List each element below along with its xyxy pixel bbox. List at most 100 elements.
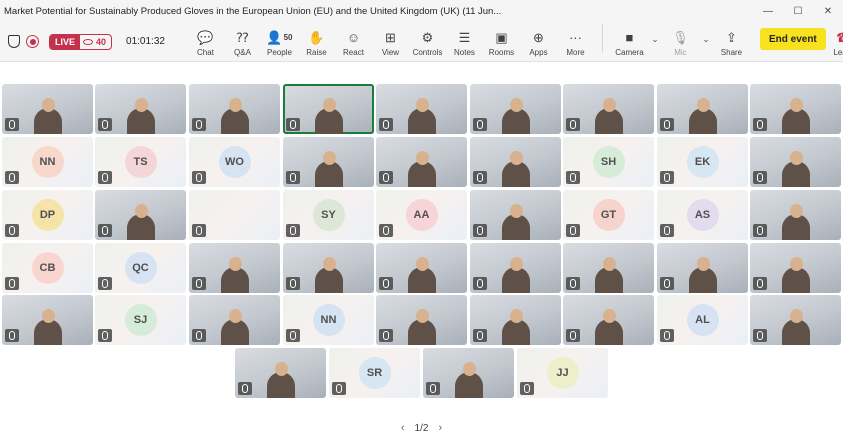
participant-initials: NN: [31, 146, 64, 178]
maximize-button[interactable]: ☐: [783, 6, 813, 17]
participant-avatar-tile[interactable]: [189, 190, 280, 240]
next-page-chevron-icon[interactable]: ›: [438, 422, 442, 434]
mic-muted-icon: [98, 224, 112, 237]
participant-video-tile[interactable]: [470, 190, 561, 240]
participant-avatar-tile[interactable]: AS: [657, 190, 748, 240]
participant-video: [782, 151, 810, 187]
view-button[interactable]: ⊞ View: [372, 29, 409, 57]
people-button[interactable]: 👤 50 People: [261, 29, 298, 57]
participant-video-tile[interactable]: [189, 295, 280, 345]
participant-avatar-tile[interactable]: EK: [657, 137, 748, 187]
participant-video-tile[interactable]: [235, 348, 326, 398]
participant-avatar-tile[interactable]: SR: [329, 348, 420, 398]
participant-video-tile[interactable]: [376, 295, 467, 345]
participant-video-tile[interactable]: [750, 84, 841, 134]
participant-avatar-tile[interactable]: WO: [189, 137, 280, 187]
participant-video-tile[interactable]: [189, 243, 280, 293]
participant-initials: QC: [124, 252, 157, 284]
participant-video-tile[interactable]: [470, 84, 561, 134]
participant-video-tile[interactable]: [376, 243, 467, 293]
participant-initials: SH: [592, 146, 625, 178]
shield-icon[interactable]: [8, 35, 20, 48]
participant-video-tile[interactable]: [750, 243, 841, 293]
participant-video: [782, 204, 810, 240]
participant-video: [502, 257, 530, 293]
participant-video-tile[interactable]: [750, 137, 841, 187]
participant-video-tile[interactable]: [283, 243, 374, 293]
participant-video-tile[interactable]: [470, 295, 561, 345]
more-button[interactable]: ··· More: [557, 29, 594, 57]
participant-initials: WO: [218, 146, 251, 178]
participant-avatar-tile[interactable]: JJ: [517, 348, 608, 398]
participant-video-tile[interactable]: [283, 84, 374, 134]
meeting-status: LIVE 40 01:01:32: [0, 33, 165, 50]
participant-video-tile[interactable]: [376, 137, 467, 187]
mic-button[interactable]: 🎙 Mic: [662, 29, 699, 57]
participant-video-tile[interactable]: [2, 295, 93, 345]
minimize-button[interactable]: —: [753, 6, 783, 17]
camera-button[interactable]: ■ Camera: [611, 29, 648, 57]
raise-label: Raise: [306, 47, 327, 57]
participant-video-tile[interactable]: [563, 295, 654, 345]
mic-muted-icon: [5, 118, 19, 131]
participant-video-tile[interactable]: [563, 243, 654, 293]
participant-video-tile[interactable]: [750, 190, 841, 240]
camera-options-chevron-icon[interactable]: ⌄: [648, 34, 662, 45]
participant-video-tile[interactable]: [750, 295, 841, 345]
participant-video: [689, 257, 717, 293]
participant-video-tile[interactable]: [95, 84, 186, 134]
mic-muted-icon: [660, 118, 674, 131]
participant-avatar-tile[interactable]: DP: [2, 190, 93, 240]
controls-button[interactable]: ⚙ Controls: [409, 29, 446, 57]
notes-button[interactable]: ☰ Notes: [446, 29, 483, 57]
chat-button[interactable]: 💬 Chat: [187, 29, 224, 57]
controls-icon: ⚙: [421, 29, 434, 45]
participant-avatar-tile[interactable]: SH: [563, 137, 654, 187]
participant-video-tile[interactable]: [376, 84, 467, 134]
close-window-button[interactable]: ✕: [813, 6, 843, 17]
share-button[interactable]: ⇪ Share: [713, 29, 750, 57]
live-badge[interactable]: LIVE 40: [49, 33, 113, 50]
participant-video-tile[interactable]: [657, 243, 748, 293]
mic-muted-icon: [473, 224, 487, 237]
participant-video-tile[interactable]: [423, 348, 514, 398]
react-label: React: [343, 47, 364, 57]
recording-icon[interactable]: [26, 35, 39, 48]
raise-hand-button[interactable]: ✋ Raise: [298, 29, 335, 57]
participant-video: [127, 98, 155, 134]
participant-initials: EK: [686, 146, 719, 178]
participant-avatar-tile[interactable]: NN: [2, 137, 93, 187]
participant-video-tile[interactable]: [470, 137, 561, 187]
mic-muted-icon: [566, 224, 580, 237]
participant-video-tile[interactable]: [2, 84, 93, 134]
leave-button[interactable]: ☎ Leave: [826, 29, 843, 57]
participant-video-tile[interactable]: [470, 243, 561, 293]
participant-avatar-tile[interactable]: AA: [376, 190, 467, 240]
qa-button[interactable]: ⁇ Q&A: [224, 29, 261, 57]
leave-label: Leave: [833, 47, 843, 57]
rooms-button[interactable]: ▣ Rooms: [483, 29, 520, 57]
view-label: View: [381, 47, 400, 57]
mic-options-chevron-icon[interactable]: ⌄: [699, 34, 713, 45]
participant-avatar-tile[interactable]: SY: [283, 190, 374, 240]
participant-avatar-tile[interactable]: QC: [95, 243, 186, 293]
mic-muted-icon: [98, 118, 112, 131]
participant-video-tile[interactable]: [189, 84, 280, 134]
end-event-button[interactable]: End event: [759, 28, 826, 50]
participant-avatar-tile[interactable]: AL: [657, 295, 748, 345]
participant-video-tile[interactable]: [657, 84, 748, 134]
participant-avatar-tile[interactable]: NN: [283, 295, 374, 345]
participant-avatar-tile[interactable]: TS: [95, 137, 186, 187]
previous-page-chevron-icon[interactable]: ‹: [401, 422, 405, 434]
participant-initials: CB: [31, 252, 64, 284]
react-button[interactable]: ☺ React: [335, 29, 372, 57]
participant-video-tile[interactable]: [95, 190, 186, 240]
apps-button[interactable]: ⊕ Apps: [520, 29, 557, 57]
participant-video-tile[interactable]: [563, 84, 654, 134]
participant-avatar-tile[interactable]: GT: [563, 190, 654, 240]
participant-avatar-tile[interactable]: CB: [2, 243, 93, 293]
participant-avatar-tile[interactable]: SJ: [95, 295, 186, 345]
mic-muted-icon: [286, 329, 300, 342]
people-count: 50: [283, 33, 293, 42]
participant-video-tile[interactable]: [283, 137, 374, 187]
